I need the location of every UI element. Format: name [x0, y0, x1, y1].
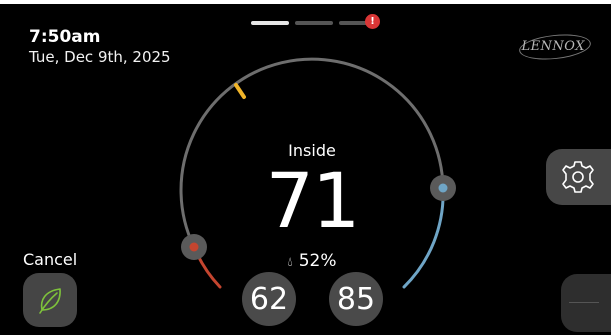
thermostat-home-screen: 7:50am Tue, Dec 9th, 2025 LENNOX ! Insid… — [0, 0, 611, 335]
auxiliary-button-placeholder — [569, 302, 599, 303]
auxiliary-button[interactable] — [561, 274, 611, 332]
inside-temperature: 71 — [265, 156, 361, 245]
eco-mode-button[interactable] — [23, 273, 77, 327]
settings-button[interactable] — [546, 149, 611, 205]
leaf-icon — [39, 288, 61, 314]
cancel-label: Cancel — [23, 250, 78, 269]
dial-arc-cool — [402, 186, 445, 289]
cool-setpoint-handle[interactable] — [430, 175, 456, 201]
heat-setpoint-button[interactable]: 62 — [242, 272, 296, 326]
cool-setpoint-button[interactable]: 85 — [329, 272, 383, 326]
heat-setpoint-handle[interactable] — [181, 234, 207, 260]
current-temp-marker — [234, 83, 246, 99]
humidity-readout: 💧︎ 52% — [262, 250, 362, 274]
gear-icon — [562, 161, 594, 193]
humidity-value: 52% — [298, 251, 337, 271]
water-drop-icon: 💧︎ — [287, 255, 293, 270]
